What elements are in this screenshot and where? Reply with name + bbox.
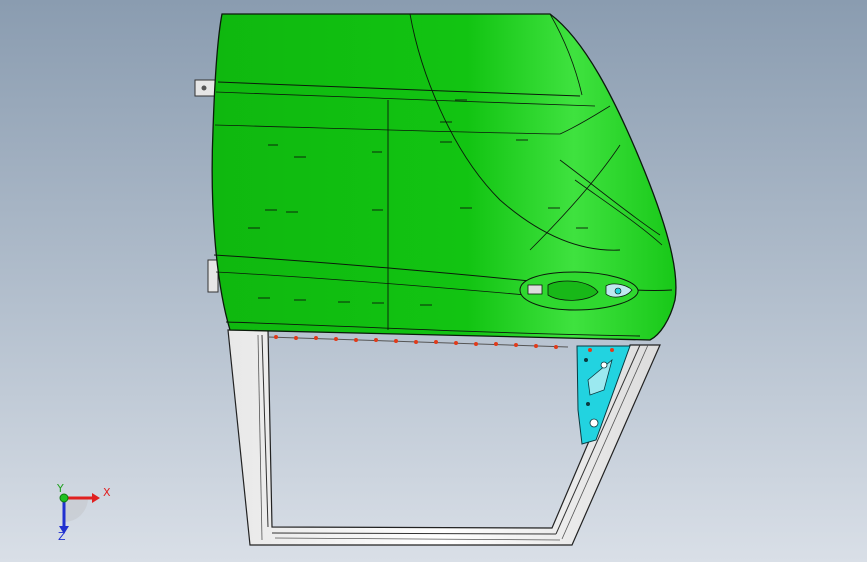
x-axis-label: X: [103, 486, 111, 499]
cad-viewport[interactable]: X Y Z: [0, 0, 867, 562]
hinge-tab-lower: [207, 259, 219, 293]
y-axis-label: Y: [57, 482, 64, 495]
hinge-tab-upper: [194, 79, 216, 97]
y-axis-dot: [59, 493, 69, 503]
door-model[interactable]: [0, 0, 867, 562]
z-axis-label: Z: [58, 530, 66, 543]
door-outer-panel[interactable]: [211, 13, 677, 341]
